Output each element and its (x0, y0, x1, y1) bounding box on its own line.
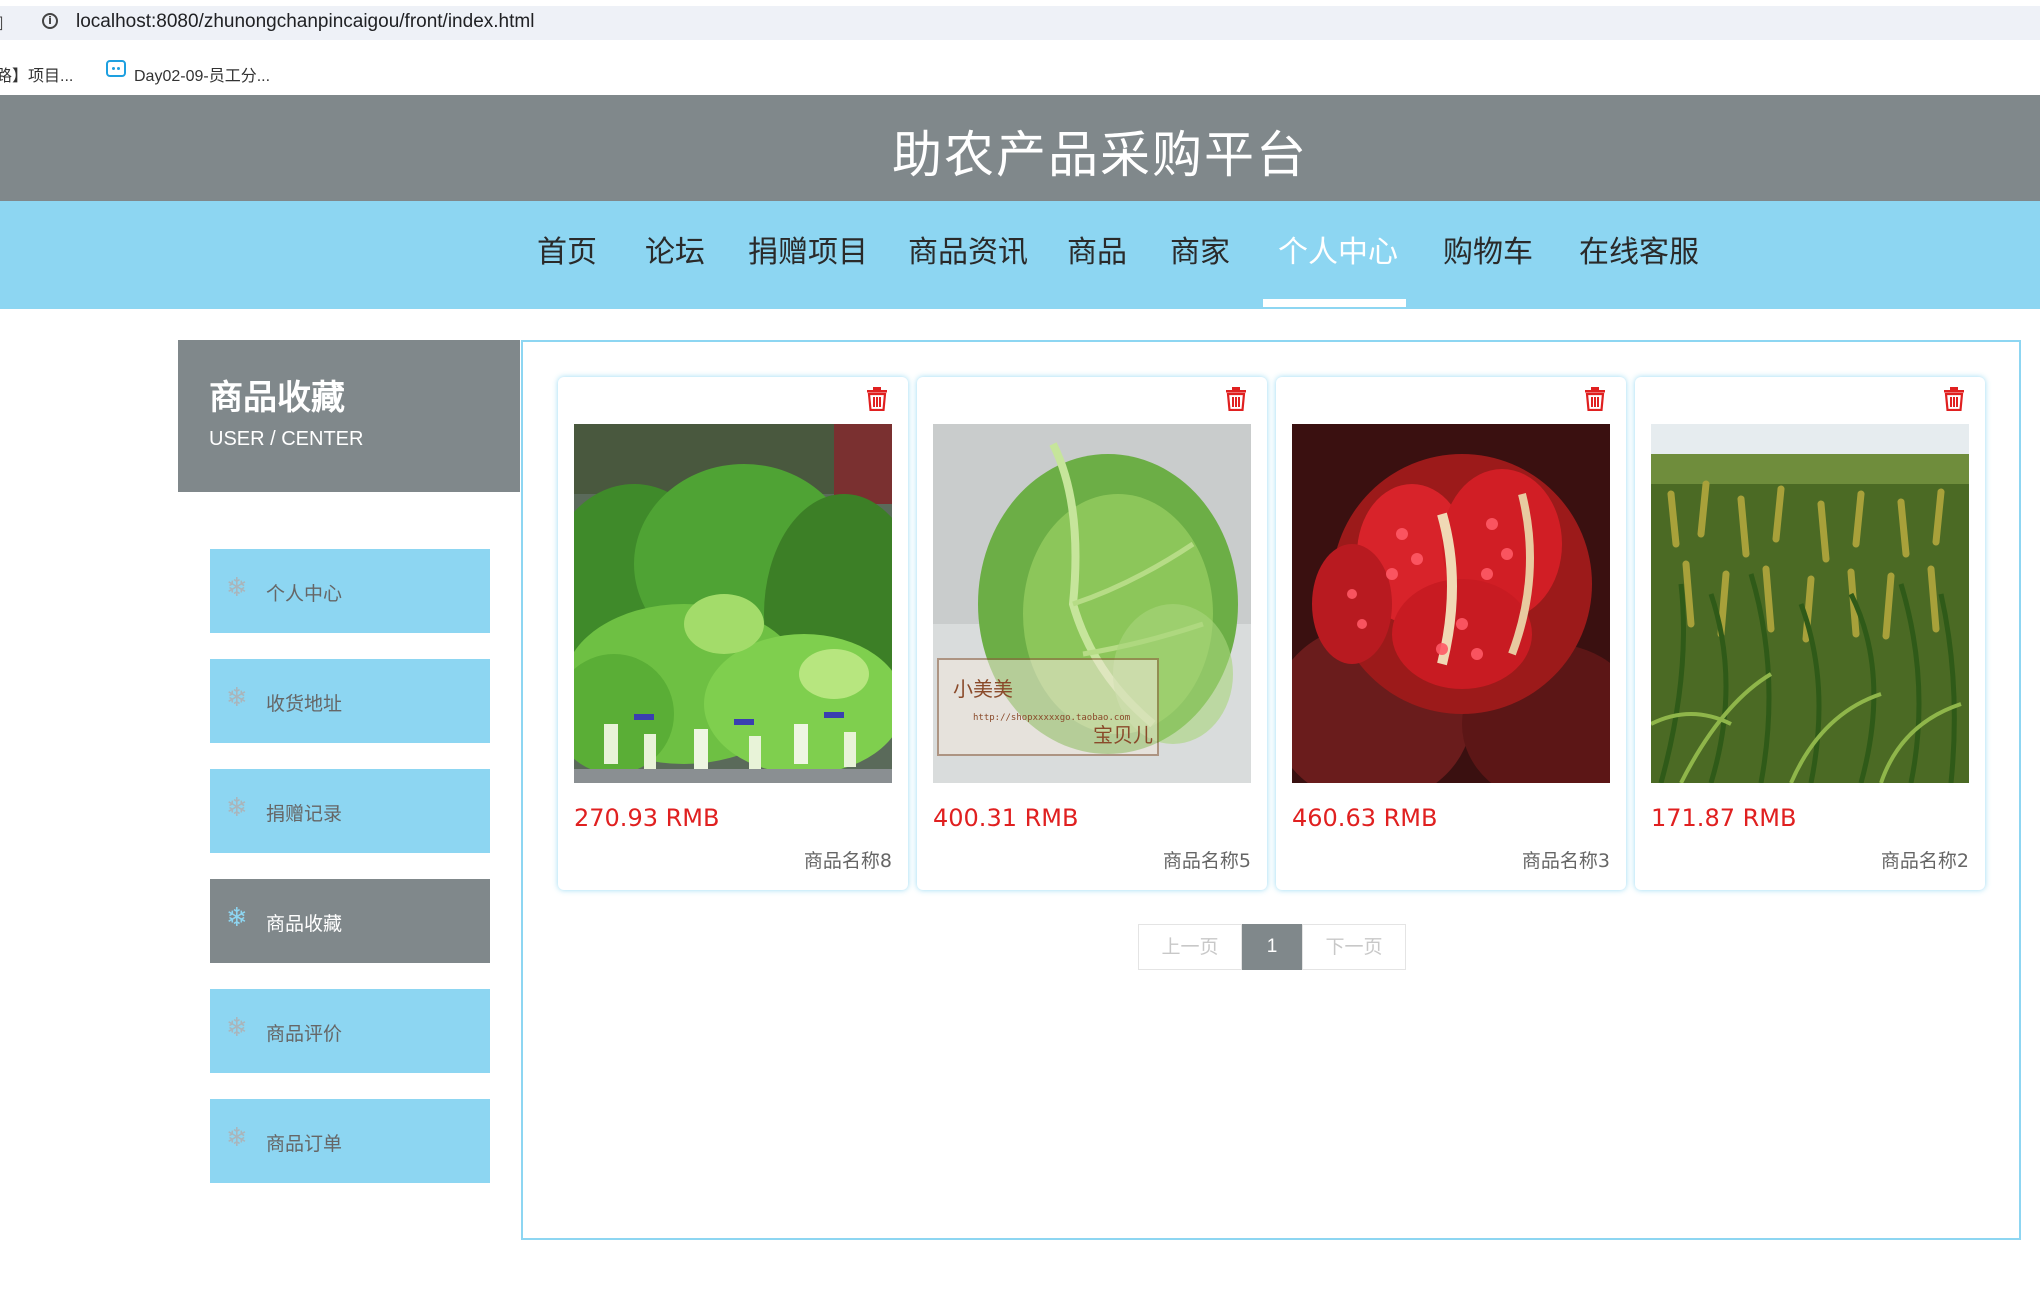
sidebar-title: 商品收藏 (209, 378, 345, 418)
product-name[interactable]: 商品名称5 (1163, 846, 1251, 873)
bilibili-icon (106, 60, 126, 77)
nav-product-news[interactable]: 商品资讯 (908, 227, 1028, 271)
sidebar-item-reviews[interactable]: ❄ 商品评价 (210, 989, 490, 1073)
trash-icon[interactable] (866, 387, 888, 411)
sidebar-item-label: 商品评价 (266, 1023, 343, 1045)
trash-icon[interactable] (1943, 387, 1965, 411)
leafy-greens-photo[interactable] (574, 424, 892, 783)
product-name[interactable]: 商品名称8 (804, 846, 892, 873)
snowflake-icon: ❄ (226, 1123, 248, 1153)
product-price: 400.31 RMB (933, 804, 1079, 832)
favorite-card[interactable]: 171.87 RMB 商品名称2 (1635, 377, 1985, 890)
nav-active-indicator (1263, 299, 1406, 307)
sidebar-item-favorites[interactable]: ❄ 商品收藏 (210, 879, 490, 963)
snowflake-icon: ❄ (226, 573, 248, 603)
favorite-card[interactable]: 小美美 宝贝儿 http://shopxxxxxgo.taobao.com 40… (917, 377, 1267, 890)
snowflake-icon: ❄ (226, 793, 248, 823)
product-price: 270.93 RMB (574, 804, 720, 832)
sidebar-item-label: 商品订单 (266, 1133, 343, 1155)
snowflake-icon: ❄ (226, 903, 248, 933)
sidebar-item-label: 商品收藏 (266, 913, 343, 935)
tab-edge-icon: ▯ (0, 12, 4, 33)
site-header: 助农产品采购平台 (0, 95, 2040, 201)
nav-donation-projects[interactable]: 捐赠项目 (748, 227, 868, 271)
url-text[interactable]: localhost:8080/zhunongchanpincaigou/fron… (76, 11, 534, 33)
cabbage-photo[interactable]: 小美美 宝贝儿 http://shopxxxxxgo.taobao.com (933, 424, 1251, 783)
bookmarks-bar: 路】项目... Day02-09-员工分... (0, 50, 2040, 90)
main-nav: 首页 论坛 捐赠项目 商品资讯 商品 商家 个人中心 购物车 在线客服 (0, 201, 2040, 309)
snowflake-icon: ❄ (226, 683, 248, 713)
site-title: 助农产品采购平台 (892, 126, 1308, 184)
nav-products[interactable]: 商品 (1067, 227, 1127, 271)
trash-icon[interactable] (1584, 387, 1606, 411)
site-info-icon[interactable]: i (42, 13, 58, 29)
svg-text:http://shopxxxxxgo.taobao.com: http://shopxxxxxgo.taobao.com (973, 713, 1130, 723)
nav-home[interactable]: 首页 (537, 227, 597, 271)
product-price: 171.87 RMB (1651, 804, 1797, 832)
millet-field-photo[interactable] (1651, 424, 1969, 783)
nav-merchants[interactable]: 商家 (1170, 227, 1230, 271)
product-name[interactable]: 商品名称2 (1881, 846, 1969, 873)
sidebar-item-label: 捐赠记录 (266, 803, 343, 825)
browser-address-bar: ▯ i localhost:8080/zhunongchanpincaigou/… (0, 0, 2040, 44)
sidebar-item-label: 收货地址 (266, 693, 343, 715)
sidebar-item-personal-center[interactable]: ❄ 个人中心 (210, 549, 490, 633)
sidebar-item-orders[interactable]: ❄ 商品订单 (210, 1099, 490, 1183)
nav-forum[interactable]: 论坛 (645, 227, 705, 271)
sidebar-subtitle: USER / CENTER (209, 428, 364, 450)
bookmark-item[interactable]: Day02-09-员工分... (134, 62, 270, 86)
sidebar-item-label: 个人中心 (266, 583, 343, 605)
page-number-current[interactable]: 1 (1242, 924, 1302, 970)
favorite-card[interactable]: 460.63 RMB 商品名称3 (1276, 377, 1626, 890)
favorite-card[interactable]: 270.93 RMB 商品名称8 (558, 377, 908, 890)
bookmark-item[interactable]: 路】项目... (0, 62, 73, 86)
svg-text:小美美: 小美美 (953, 677, 1013, 701)
snowflake-icon: ❄ (226, 1013, 248, 1043)
product-name[interactable]: 商品名称3 (1522, 846, 1610, 873)
svg-text:宝贝儿: 宝贝儿 (1093, 723, 1153, 747)
sidebar-item-shipping-address[interactable]: ❄ 收货地址 (210, 659, 490, 743)
pomegranate-photo[interactable] (1292, 424, 1610, 783)
prev-page-button[interactable]: 上一页 (1138, 924, 1242, 970)
nav-customer-service[interactable]: 在线客服 (1579, 227, 1699, 271)
nav-cart[interactable]: 购物车 (1443, 227, 1533, 271)
trash-icon[interactable] (1225, 387, 1247, 411)
product-price: 460.63 RMB (1292, 804, 1438, 832)
nav-personal-center[interactable]: 个人中心 (1278, 227, 1398, 271)
next-page-button[interactable]: 下一页 (1302, 924, 1406, 970)
sidebar-header: 商品收藏 USER / CENTER (178, 340, 520, 492)
sidebar-item-donation-records[interactable]: ❄ 捐赠记录 (210, 769, 490, 853)
pagination: 上一页 1 下一页 (1138, 924, 1406, 970)
